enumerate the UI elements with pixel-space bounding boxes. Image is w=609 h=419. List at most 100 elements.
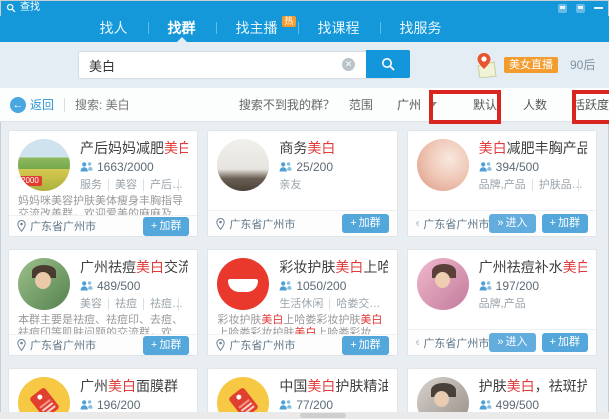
- member-count: 25/200: [296, 160, 333, 174]
- sort-option[interactable]: 默认: [473, 96, 497, 113]
- tab-4[interactable]: 找课程: [298, 16, 380, 42]
- minimize-button[interactable]: [594, 7, 603, 9]
- join-group-button[interactable]: +加群: [542, 214, 588, 233]
- group-description: 本群主要是祛痘、祛痘印、去痘、祛痘印等肌肤问题的交流群，欢迎广大手青春痘、痤疮、…: [18, 314, 188, 334]
- group-tags: 品牌,产品护肤品化妆品香水: [479, 178, 587, 192]
- tab-5[interactable]: 找服务: [380, 16, 462, 42]
- location-pin-icon: [17, 339, 26, 351]
- location-pin-icon: [416, 337, 420, 349]
- lock-icon[interactable]: [576, 4, 585, 13]
- group-card[interactable]: 彩妆护肤美白上哈娄 1050/200 生活休闲哈娄交友面膜哈娄星 彩妆护肤美白上…: [207, 249, 397, 356]
- plus-icon: +: [350, 217, 356, 229]
- join-group-button[interactable]: +加群: [143, 336, 189, 355]
- scope-label: 范围: [349, 96, 373, 113]
- member-count: 196/200: [97, 398, 140, 412]
- members-icon: [80, 399, 93, 411]
- group-title[interactable]: 护肤美白，祛斑抗皱: [479, 377, 587, 395]
- window-title: 查找: [20, 0, 40, 16]
- group-tag: 生活休闲: [279, 298, 323, 310]
- group-tags: 服务美容产后丰胸面膜: [80, 178, 188, 192]
- group-tag: 品牌,产品: [479, 298, 526, 310]
- cannot-find-group-link[interactable]: 搜索不到我的群？: [239, 96, 335, 113]
- group-title[interactable]: 广州祛痘补水美白群: [479, 258, 587, 276]
- magnifier-icon: [380, 56, 396, 72]
- location-pin-icon: [216, 218, 225, 230]
- search-button[interactable]: [366, 50, 410, 78]
- live-badge[interactable]: 美女直播: [504, 57, 558, 73]
- group-card[interactable]: 广州祛痘美白交流 489/500 美容祛痘祛痘祛痘祛痘 本群主要是祛痘、祛痘印、…: [8, 249, 198, 356]
- tab-2[interactable]: 找群: [148, 16, 216, 42]
- group-card[interactable]: 广州祛痘补水美白群 197/200 品牌,产品: [407, 249, 597, 356]
- current-search-label: 搜索: 美白: [75, 96, 130, 113]
- horizontal-scrollbar[interactable]: [0, 412, 609, 419]
- map-pin-icon[interactable]: [474, 52, 498, 78]
- find-window: 查找 找人找群找主播热找课程找服务 ✕ 美女直播 90后TFBOY: [0, 0, 609, 419]
- group-location: 广东省广州市: [229, 216, 295, 232]
- enter-group-button[interactable]: »进入: [489, 214, 535, 233]
- tab-3[interactable]: 找主播热: [216, 16, 298, 42]
- group-tag: 亲友: [279, 179, 301, 191]
- group-avatar: [217, 139, 269, 191]
- member-count: 499/500: [496, 398, 539, 412]
- group-tag: 美容: [80, 298, 102, 310]
- group-title[interactable]: 广州美白面膜群: [80, 377, 188, 395]
- feedback-icon[interactable]: [558, 4, 567, 13]
- group-title[interactable]: 商务美白: [279, 139, 387, 157]
- members-icon: [279, 399, 292, 411]
- group-title[interactable]: 彩妆护肤美白上哈娄: [279, 258, 387, 276]
- group-location: 广东省广州市: [423, 335, 489, 351]
- group-description: 妈妈咪美容护肤美体瘦身丰胸指导交流改善群，欢迎爱美的麻麻及想要改善的肌肤问的进群…: [18, 195, 188, 215]
- group-avatar: [18, 258, 70, 310]
- hot-search-tag[interactable]: 90后: [570, 56, 595, 73]
- tab-bar: 找人找群找主播热找课程找服务: [0, 16, 609, 42]
- join-group-button[interactable]: +加群: [143, 217, 189, 236]
- group-location: 广东省广州市: [30, 218, 96, 234]
- member-count: 1050/200: [296, 279, 346, 293]
- group-location: 广东省广州市: [423, 216, 489, 232]
- title-bar: 查找: [0, 0, 609, 16]
- members-icon: [80, 280, 93, 292]
- join-group-button[interactable]: +加群: [542, 333, 588, 352]
- group-tag: 服务: [80, 179, 102, 191]
- group-card[interactable]: 美白减肥丰胸产品交流 394/500 品牌,产品护肤品化妆品香水: [407, 130, 597, 237]
- group-tags: 品牌,产品: [479, 297, 587, 311]
- members-icon: [80, 161, 93, 173]
- group-tag: 产后: [143, 179, 172, 191]
- hot-search-zone: 美女直播 90后TFBOY: [504, 56, 609, 73]
- group-title[interactable]: 广州祛痘美白交流: [80, 258, 188, 276]
- group-location: 广东省广州市: [229, 337, 295, 353]
- member-count: 489/500: [97, 279, 140, 293]
- group-card[interactable]: 商务美白 25/200 亲友: [207, 130, 397, 237]
- back-arrow-icon: ←: [10, 97, 26, 113]
- member-count: 77/200: [296, 398, 333, 412]
- join-group-button[interactable]: +加群: [342, 214, 388, 233]
- back-button[interactable]: ← 返回: [10, 96, 54, 113]
- join-group-button[interactable]: +加群: [342, 336, 388, 355]
- members-icon: [279, 280, 292, 292]
- location-pin-icon: [416, 218, 420, 230]
- group-avatar: [417, 258, 469, 310]
- members-icon: [479, 399, 492, 411]
- plus-icon: +: [550, 336, 556, 348]
- tab-1[interactable]: 找人: [80, 16, 148, 42]
- sort-option[interactable]: 活跃度: [573, 96, 609, 113]
- member-count: 197/200: [496, 279, 539, 293]
- group-card[interactable]: 2000 产后妈妈减肥美白丰胸 1663/2000 服务美容产后丰胸面膜 妈妈咪…: [8, 130, 198, 237]
- search-area: ✕ 美女直播 90后TFBOY: [0, 42, 609, 88]
- group-title[interactable]: 美白减肥丰胸产品交流: [479, 139, 587, 157]
- double-arrow-icon: »: [497, 217, 503, 229]
- clear-icon[interactable]: ✕: [342, 58, 355, 71]
- scrollbar-thumb[interactable]: [300, 413, 346, 418]
- double-arrow-icon: »: [497, 336, 503, 348]
- group-title[interactable]: 中国美白护肤精油群: [279, 377, 387, 395]
- find-icon: [6, 3, 16, 13]
- city-dropdown[interactable]: 广州: [387, 96, 447, 113]
- hot-badge: 热: [282, 16, 295, 27]
- members-icon: [479, 161, 492, 173]
- enter-group-button[interactable]: »进入: [489, 333, 535, 352]
- sort-option[interactable]: 人数: [523, 96, 547, 113]
- group-title[interactable]: 产后妈妈减肥美白丰胸: [80, 139, 188, 157]
- filter-bar: ← 返回 搜索: 美白 搜索不到我的群？ 范围 广州 默认 人数 活跃度: [0, 88, 609, 122]
- group-tags: 亲友: [279, 178, 387, 192]
- group-tag: 祛痘: [108, 298, 137, 310]
